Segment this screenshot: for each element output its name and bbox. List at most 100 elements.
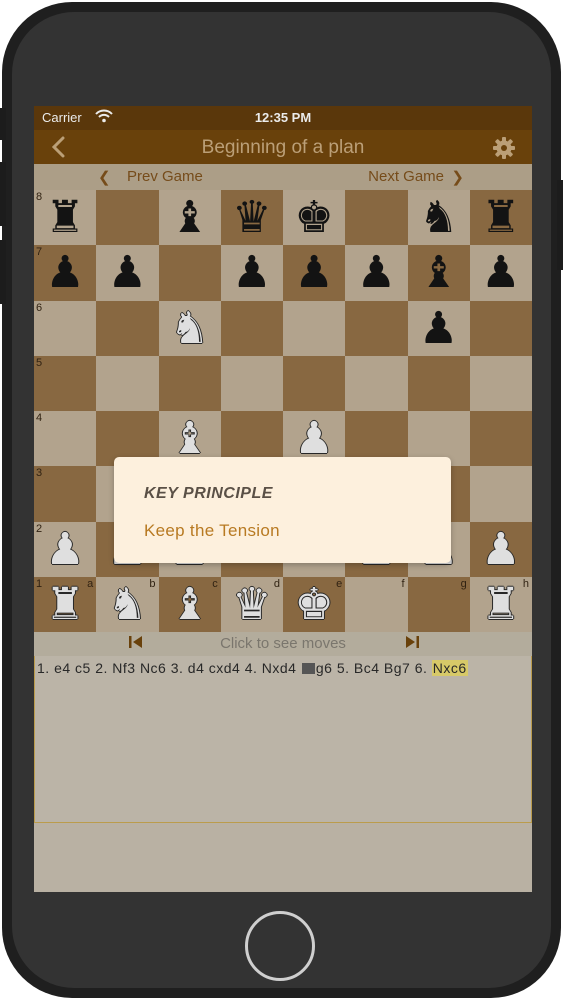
black-bishop-icon[interactable]: ♝ [408, 245, 470, 300]
black-pawn-icon[interactable]: ♟ [470, 245, 532, 300]
next-game-button[interactable]: Next Game [368, 168, 444, 185]
black-queen-icon[interactable]: ♛ [221, 190, 283, 245]
black-pawn-icon[interactable]: ♟ [345, 245, 407, 300]
board-square-c1[interactable]: c ♝ [158, 576, 221, 632]
skip-last-icon[interactable] [404, 635, 420, 653]
board-square-e7[interactable]: ♟ [283, 245, 346, 301]
board-square-h6[interactable] [469, 300, 532, 356]
gear-icon[interactable] [492, 136, 516, 165]
board-square-d6[interactable] [220, 300, 283, 356]
phone-frame: Carrier 12:35 PM Beginning of a plan ❮ P… [0, 0, 563, 1000]
board-square-d5[interactable] [220, 355, 283, 411]
black-bishop-icon[interactable]: ♝ [159, 190, 221, 245]
side-button [0, 108, 6, 140]
white-pawn-icon[interactable]: ♟ [34, 522, 96, 577]
prev-game-button[interactable]: Prev Game [127, 168, 203, 185]
board-square-a3[interactable]: 3 [34, 466, 97, 522]
popup-body: Keep the Tension [144, 521, 280, 540]
see-moves-label[interactable]: Click to see moves [34, 635, 532, 652]
key-principle-popup[interactable]: KEY PRINCIPLE Keep the Tension [114, 457, 451, 563]
board-square-d1[interactable]: d ♛ [220, 576, 283, 632]
board-square-g6[interactable]: ♟ [407, 300, 470, 356]
board-square-h1[interactable]: h ♜ [469, 576, 532, 632]
board-square-c5[interactable] [158, 355, 221, 411]
board-square-a1[interactable]: 1 a ♜ [34, 576, 97, 632]
rank-label: 5 [36, 356, 43, 369]
black-knight-icon[interactable]: ♞ [408, 190, 470, 245]
board-square-a6[interactable]: 6 [34, 300, 97, 356]
file-label: f [401, 577, 405, 590]
board-square-h4[interactable] [469, 411, 532, 467]
rank-label: 3 [36, 467, 43, 480]
black-pawn-icon[interactable]: ♟ [408, 301, 470, 356]
black-pawn-icon[interactable]: ♟ [221, 245, 283, 300]
board-square-a2[interactable]: 2 ♟ [34, 521, 97, 577]
clock: 12:35 PM [254, 110, 312, 125]
chess-board[interactable]: 8♜♝♛♚♞♜7♟♟♟♟♟♝♟6♞♟54♝♟32♟♟♟♟♟♟1a♜b♞c♝d♛e… [34, 190, 532, 632]
board-square-f5[interactable] [345, 355, 408, 411]
bottom-area [34, 824, 532, 892]
board-square-h2[interactable]: ♟ [469, 521, 532, 577]
status-bar: Carrier 12:35 PM [34, 106, 532, 130]
white-knight-icon[interactable]: ♞ [96, 577, 158, 632]
board-square-h5[interactable] [469, 355, 532, 411]
moves-after-comment: g6 5. Bc4 Bg7 6. [315, 660, 432, 676]
game-navigation: ❮ Prev Game Next Game ❯ [34, 164, 532, 190]
board-square-e1[interactable]: e ♚ [283, 576, 346, 632]
board-square-c8[interactable]: ♝ [158, 190, 221, 246]
white-rook-icon[interactable]: ♜ [34, 577, 96, 632]
board-square-g5[interactable] [407, 355, 470, 411]
white-bishop-icon[interactable]: ♝ [159, 577, 221, 632]
page-title: Beginning of a plan [201, 137, 365, 158]
board-square-h8[interactable]: ♜ [469, 190, 532, 246]
board-square-g7[interactable]: ♝ [407, 245, 470, 301]
chevron-left-icon[interactable]: ❮ [98, 168, 111, 186]
board-square-d7[interactable]: ♟ [220, 245, 283, 301]
current-move[interactable]: Nxc6 [431, 660, 468, 676]
board-square-g8[interactable]: ♞ [407, 190, 470, 246]
board-square-e5[interactable] [283, 355, 346, 411]
board-square-b8[interactable] [96, 190, 159, 246]
board-square-h7[interactable]: ♟ [469, 245, 532, 301]
white-knight-icon[interactable]: ♞ [159, 301, 221, 356]
black-pawn-icon[interactable]: ♟ [34, 245, 96, 300]
file-label: g [460, 577, 467, 590]
white-rook-icon[interactable]: ♜ [470, 577, 532, 632]
white-king-icon[interactable]: ♚ [283, 577, 345, 632]
black-rook-icon[interactable]: ♜ [34, 190, 96, 245]
board-square-f6[interactable] [345, 300, 408, 356]
home-button[interactable] [245, 911, 315, 981]
comment-icon[interactable] [301, 663, 315, 674]
board-square-b1[interactable]: b ♞ [96, 576, 159, 632]
board-square-a5[interactable]: 5 [34, 355, 97, 411]
board-square-e6[interactable] [283, 300, 346, 356]
board-square-f7[interactable]: ♟ [345, 245, 408, 301]
rank-label: 6 [36, 301, 43, 314]
black-rook-icon[interactable]: ♜ [470, 190, 532, 245]
board-square-h3[interactable] [469, 466, 532, 522]
board-square-a7[interactable]: 7 ♟ [34, 245, 97, 301]
board-square-a4[interactable]: 4 [34, 411, 97, 467]
black-pawn-icon[interactable]: ♟ [283, 245, 345, 300]
board-square-f1[interactable]: f [345, 576, 408, 632]
white-queen-icon[interactable]: ♛ [221, 577, 283, 632]
board-square-e8[interactable]: ♚ [283, 190, 346, 246]
board-square-b6[interactable] [96, 300, 159, 356]
board-square-d8[interactable]: ♛ [220, 190, 283, 246]
move-list[interactable]: 1. e4 c5 2. Nf3 Nc6 3. d4 cxd4 4. Nxd4 g… [34, 656, 532, 823]
board-square-f8[interactable] [345, 190, 408, 246]
white-pawn-icon[interactable]: ♟ [470, 522, 532, 577]
board-square-b5[interactable] [96, 355, 159, 411]
chevron-right-icon[interactable]: ❯ [451, 168, 464, 186]
side-button [0, 162, 6, 226]
black-pawn-icon[interactable]: ♟ [96, 245, 158, 300]
move-text: 1. e4 c5 2. Nf3 Nc6 3. d4 cxd4 4. Nxd4 g… [37, 658, 507, 679]
board-square-b7[interactable]: ♟ [96, 245, 159, 301]
black-king-icon[interactable]: ♚ [283, 190, 345, 245]
side-button [0, 240, 6, 304]
board-square-c7[interactable] [158, 245, 221, 301]
board-square-a8[interactable]: 8 ♜ [34, 190, 97, 246]
board-square-c6[interactable]: ♞ [158, 300, 221, 356]
side-button [557, 180, 563, 270]
board-square-g1[interactable]: g [407, 576, 470, 632]
